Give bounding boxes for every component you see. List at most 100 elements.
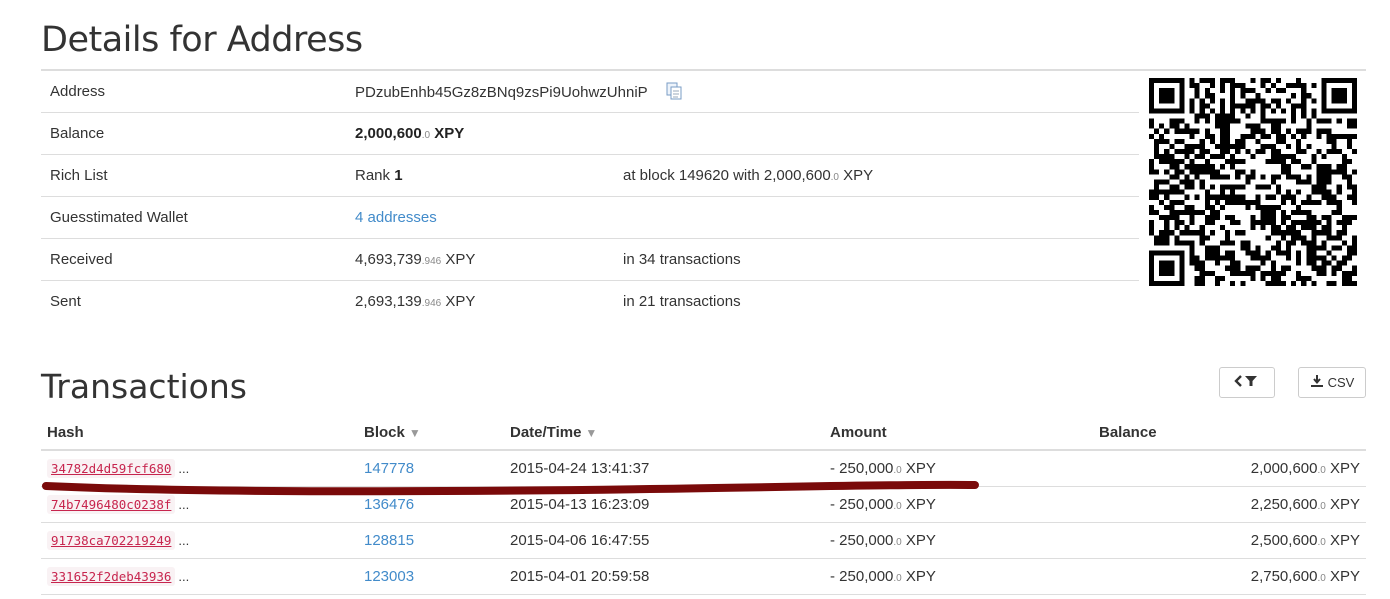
- csv-label: CSV: [1327, 375, 1355, 390]
- row-balance-main: 2,500,600: [1250, 532, 1318, 549]
- header-datetime[interactable]: Date/Time ▼: [504, 415, 824, 451]
- header-block[interactable]: Block ▼: [358, 415, 504, 451]
- block-link[interactable]: 128815: [364, 532, 414, 549]
- rich-list-label: Rich List: [41, 154, 346, 197]
- amount-main: - 250,000: [830, 496, 894, 513]
- block-link[interactable]: 136476: [364, 496, 414, 513]
- tx-hash-link[interactable]: 74b7496480c0238f: [47, 495, 176, 514]
- filter-button[interactable]: [1219, 367, 1275, 398]
- table-row: 331652f2deb43936... 123003 2015-04-01 20:5…: [41, 558, 1366, 595]
- hash-cell: 74b7496480c0238f...: [41, 486, 358, 523]
- row-balance-unit: XPY: [1329, 532, 1360, 549]
- header-amount: Amount: [824, 415, 1093, 451]
- sort-down-icon[interactable]: ▼: [409, 426, 421, 440]
- amount-frac: .0: [893, 573, 902, 584]
- amount-main: - 250,000: [830, 532, 894, 549]
- amount-cell: - 250,000.0 XPY: [824, 522, 1093, 559]
- details-row-sent: Sent 2,693,139.946 XPY in 21 transaction…: [41, 280, 1139, 322]
- filter-icon: [1234, 374, 1260, 391]
- balance-unit: XPY: [434, 125, 465, 142]
- rich-info-frac: .0: [830, 172, 839, 183]
- balance-value: 2,000,600.0 XPY: [346, 112, 1139, 155]
- amount-main: - 250,000: [830, 460, 894, 477]
- sent-frac: .946: [421, 298, 442, 309]
- balance-cell: 2,000,600.0 XPY: [1093, 450, 1366, 487]
- amount-unit: XPY: [905, 496, 936, 513]
- received-main: 4,693,739: [355, 251, 422, 268]
- hash-cell: 331652f2deb43936...: [41, 558, 358, 595]
- header-hash: Hash: [41, 415, 358, 451]
- tx-hash-link[interactable]: 34782d4d59fcf680: [47, 459, 176, 478]
- amount-frac: .0: [893, 465, 902, 476]
- received-info: in 34 transactions: [614, 238, 1139, 281]
- amount-frac: .0: [893, 537, 902, 548]
- amount-cell: - 250,000.0 XPY: [824, 486, 1093, 523]
- details-row-received: Received 4,693,739.946 XPY in 34 transac…: [41, 238, 1139, 281]
- rank-value: 1: [394, 167, 403, 184]
- amount-cell: - 250,000.0 XPY: [824, 558, 1093, 595]
- hash-ellipsis: ...: [178, 461, 190, 476]
- transactions-header-row: Hash Block ▼ Date/Time ▼ Amount Balance: [41, 415, 1366, 451]
- balance-frac: .0: [421, 130, 431, 141]
- tx-hash-link[interactable]: 331652f2deb43936: [47, 567, 176, 586]
- csv-export-button[interactable]: CSV: [1298, 367, 1366, 398]
- amount-unit: XPY: [905, 460, 936, 477]
- details-row-address: Address PDzubEnhb45Gz8zBNq9zsPi9UohwzUhn…: [41, 71, 1139, 113]
- download-icon: [1310, 374, 1324, 391]
- received-value: 4,693,739.946 XPY: [346, 238, 614, 281]
- rich-info-main: at block 149620 with 2,000,600: [623, 167, 831, 184]
- amount-unit: XPY: [905, 568, 936, 585]
- transactions-table: Hash Block ▼ Date/Time ▼ Amount Balance 34…: [41, 415, 1366, 595]
- header-datetime-label: Date/Time: [510, 423, 582, 441]
- qr-code: [1149, 78, 1357, 286]
- hash-ellipsis: ...: [178, 533, 190, 548]
- row-balance-main: 2,250,600: [1250, 496, 1318, 513]
- sent-value: 2,693,139.946 XPY: [346, 280, 614, 322]
- received-label: Received: [41, 238, 346, 281]
- details-row-rich-list: Rich List Rank 1 at block 149620 with 2,…: [41, 154, 1139, 197]
- balance-label: Balance: [41, 112, 346, 155]
- wallet-addresses-link[interactable]: 4 addresses: [355, 209, 437, 226]
- received-unit: XPY: [445, 251, 476, 268]
- sent-info: in 21 transactions: [614, 280, 1139, 322]
- hash-cell: 34782d4d59fcf680...: [41, 450, 358, 487]
- header-block-label: Block: [364, 423, 405, 441]
- address-details-table: Address PDzubEnhb45Gz8zBNq9zsPi9UohwzUhn…: [41, 71, 1139, 322]
- block-link[interactable]: 123003: [364, 568, 414, 585]
- table-row: 74b7496480c0238f... 136476 2015-04-13 16:2…: [41, 486, 1366, 523]
- datetime-cell: 2015-04-01 20:59:58: [504, 558, 824, 595]
- block-link[interactable]: 147778: [364, 460, 414, 477]
- rich-list-info: at block 149620 with 2,000,600.0 XPY: [614, 154, 1139, 197]
- copy-icon[interactable]: [666, 82, 682, 100]
- amount-main: - 250,000: [830, 568, 894, 585]
- page-title: Details for Address: [41, 20, 363, 60]
- rich-info-unit: XPY: [843, 167, 874, 184]
- row-balance-frac: .0: [1317, 501, 1326, 512]
- amount-frac: .0: [893, 501, 902, 512]
- amount-unit: XPY: [905, 532, 936, 549]
- row-balance-frac: .0: [1317, 465, 1326, 476]
- amount-cell: - 250,000.0 XPY: [824, 450, 1093, 487]
- balance-main: 2,000,600: [355, 125, 422, 142]
- sort-down-icon[interactable]: ▼: [585, 426, 597, 440]
- row-balance-unit: XPY: [1329, 460, 1360, 477]
- received-frac: .946: [421, 256, 442, 267]
- row-balance-frac: .0: [1317, 573, 1326, 584]
- datetime-cell: 2015-04-06 16:47:55: [504, 522, 824, 559]
- table-row: 91738ca702219249... 128815 2015-04-06 16:4…: [41, 522, 1366, 559]
- hash-cell: 91738ca702219249...: [41, 522, 358, 559]
- row-balance-unit: XPY: [1329, 568, 1360, 585]
- block-cell: 136476: [358, 486, 504, 523]
- row-balance-main: 2,750,600: [1250, 568, 1318, 585]
- row-balance-main: 2,000,600: [1250, 460, 1318, 477]
- datetime-cell: 2015-04-13 16:23:09: [504, 486, 824, 523]
- hash-ellipsis: ...: [178, 497, 190, 512]
- address-label: Address: [50, 83, 106, 100]
- address-value[interactable]: PDzubEnhb45Gz8zBNq9zsPi9UohwzUhniP: [355, 84, 647, 101]
- tx-hash-link[interactable]: 91738ca702219249: [47, 531, 176, 550]
- block-cell: 123003: [358, 558, 504, 595]
- details-row-balance: Balance 2,000,600.0 XPY: [41, 112, 1139, 155]
- address-value-cell: PDzubEnhb45Gz8zBNq9zsPi9UohwzUhniP: [346, 71, 1139, 113]
- hash-ellipsis: ...: [178, 569, 190, 584]
- balance-cell: 2,750,600.0 XPY: [1093, 558, 1366, 595]
